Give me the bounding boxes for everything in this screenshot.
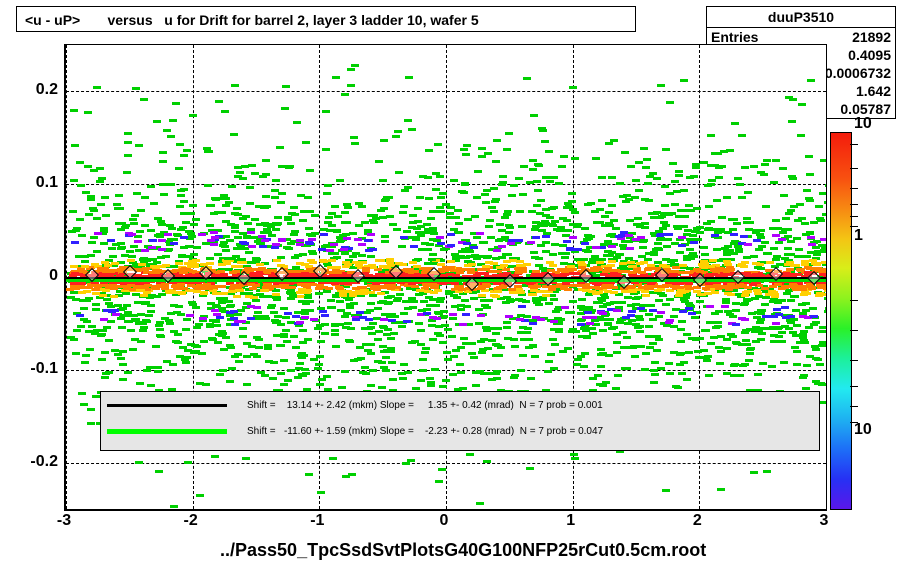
x-tick-label: -3 (57, 512, 71, 530)
colorbar-label-10-bottom: 10 (854, 421, 872, 439)
profile-marker (85, 268, 99, 282)
colorbar-label-10-top: 10 (854, 115, 872, 133)
colorbar-tick (850, 422, 858, 423)
legend-swatch-black (107, 404, 227, 407)
profile-marker (693, 273, 707, 287)
profile-marker (199, 266, 213, 280)
y-tick-label: -0.2 (18, 453, 58, 471)
profile-marker (807, 271, 821, 285)
profile-marker (655, 268, 669, 282)
profile-marker (541, 272, 555, 286)
plot-area: Shift = 13.14 +- 2.42 (mkm) Slope = 1.35… (64, 44, 827, 511)
profile-markers (66, 270, 826, 286)
colorbar-tick (850, 216, 858, 217)
colorbar-tick (850, 168, 858, 169)
colorbar-tick (850, 330, 858, 331)
colorbar-tick (850, 360, 858, 361)
x-tick-label: 0 (440, 512, 449, 530)
legend-box: Shift = 13.14 +- 2.42 (mkm) Slope = 1.35… (100, 391, 820, 451)
x-tick-label: -2 (184, 512, 198, 530)
colorbar-tick (850, 226, 858, 227)
profile-marker (731, 270, 745, 284)
colorbar-tick (850, 406, 858, 407)
profile-marker (123, 265, 137, 279)
stats-name: duuP3510 (707, 7, 895, 28)
stats-meanx-value: 0.4095 (848, 46, 891, 64)
y-tick-label: 0.2 (18, 81, 58, 99)
colorbar-tick (850, 386, 858, 387)
profile-marker (161, 269, 175, 283)
profile-marker (465, 276, 479, 290)
profile-marker (275, 267, 289, 281)
stats-meany-value: 0.0006732 (825, 64, 891, 82)
profile-marker (351, 269, 365, 283)
colorbar-tick (850, 144, 858, 145)
figure: <u - uP> versus u for Drift for barrel 2… (0, 0, 904, 565)
profile-marker (617, 275, 631, 289)
legend-swatch-green (107, 429, 227, 434)
profile-marker (503, 274, 517, 288)
legend-text-1: Shift = 13.14 +- 2.42 (mkm) Slope = 1.35… (247, 400, 603, 411)
profile-marker (237, 271, 251, 285)
stats-entries-value: 21892 (852, 28, 891, 46)
colorbar-tick (850, 188, 858, 189)
profile-marker (769, 267, 783, 281)
x-tick-label: 3 (820, 512, 829, 530)
file-label: ../Pass50_TpcSsdSvtPlotsG40G100NFP25rCut… (220, 540, 706, 561)
profile-marker (427, 267, 441, 281)
y-tick-label: 0 (18, 267, 58, 285)
profile-marker (313, 264, 327, 278)
x-tick-label: 2 (693, 512, 702, 530)
colorbar-tick (850, 300, 858, 301)
legend-text-2: Shift = -11.60 +- 1.59 (mkm) Slope = -2.… (247, 426, 603, 437)
profile-marker (579, 269, 593, 283)
colorbar-tick (850, 204, 858, 205)
y-tick-label: 0.1 (18, 174, 58, 192)
colorbar-label-1: 1 (854, 227, 863, 245)
legend-row-2: Shift = -11.60 +- 1.59 (mkm) Slope = -2.… (101, 418, 819, 444)
x-tick-label: -1 (310, 512, 324, 530)
legend-row-1: Shift = 13.14 +- 2.42 (mkm) Slope = 1.35… (101, 392, 819, 418)
stats-rmsx-value: 1.642 (856, 82, 891, 100)
plot-title: <u - uP> versus u for Drift for barrel 2… (16, 6, 636, 32)
y-tick-label: -0.1 (18, 360, 58, 378)
profile-marker (389, 265, 403, 279)
colorbar (830, 132, 852, 510)
x-tick-label: 1 (566, 512, 575, 530)
